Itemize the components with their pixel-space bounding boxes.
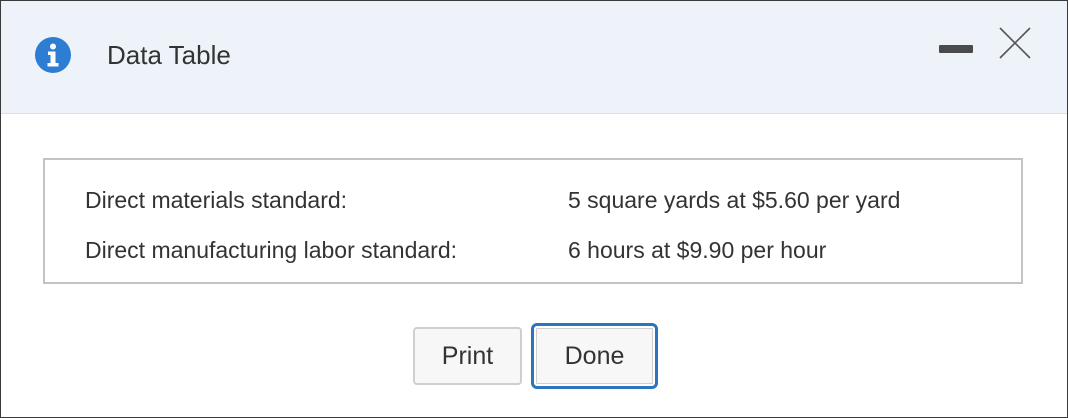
close-icon[interactable]	[997, 25, 1033, 61]
table-row-label: Direct manufacturing labor standard:	[85, 237, 458, 263]
data-table-dialog: Data Table Direct materials standard: 5 …	[0, 0, 1068, 418]
data-table: Direct materials standard: 5 square yard…	[43, 158, 1023, 284]
info-icon	[35, 37, 71, 73]
dialog-titlebar: Data Table	[1, 1, 1067, 114]
minimize-icon	[939, 45, 973, 53]
minimize-button[interactable]	[939, 35, 973, 59]
table-row-value: 5 square yards at $5.60 per yard	[568, 187, 901, 213]
done-button[interactable]: Done	[531, 323, 658, 389]
table-row-label: Direct materials standard:	[85, 187, 348, 213]
print-button[interactable]: Print	[413, 327, 522, 385]
table-row-value: 6 hours at $9.90 per hour	[568, 237, 827, 263]
dialog-title: Data Table	[107, 40, 231, 70]
